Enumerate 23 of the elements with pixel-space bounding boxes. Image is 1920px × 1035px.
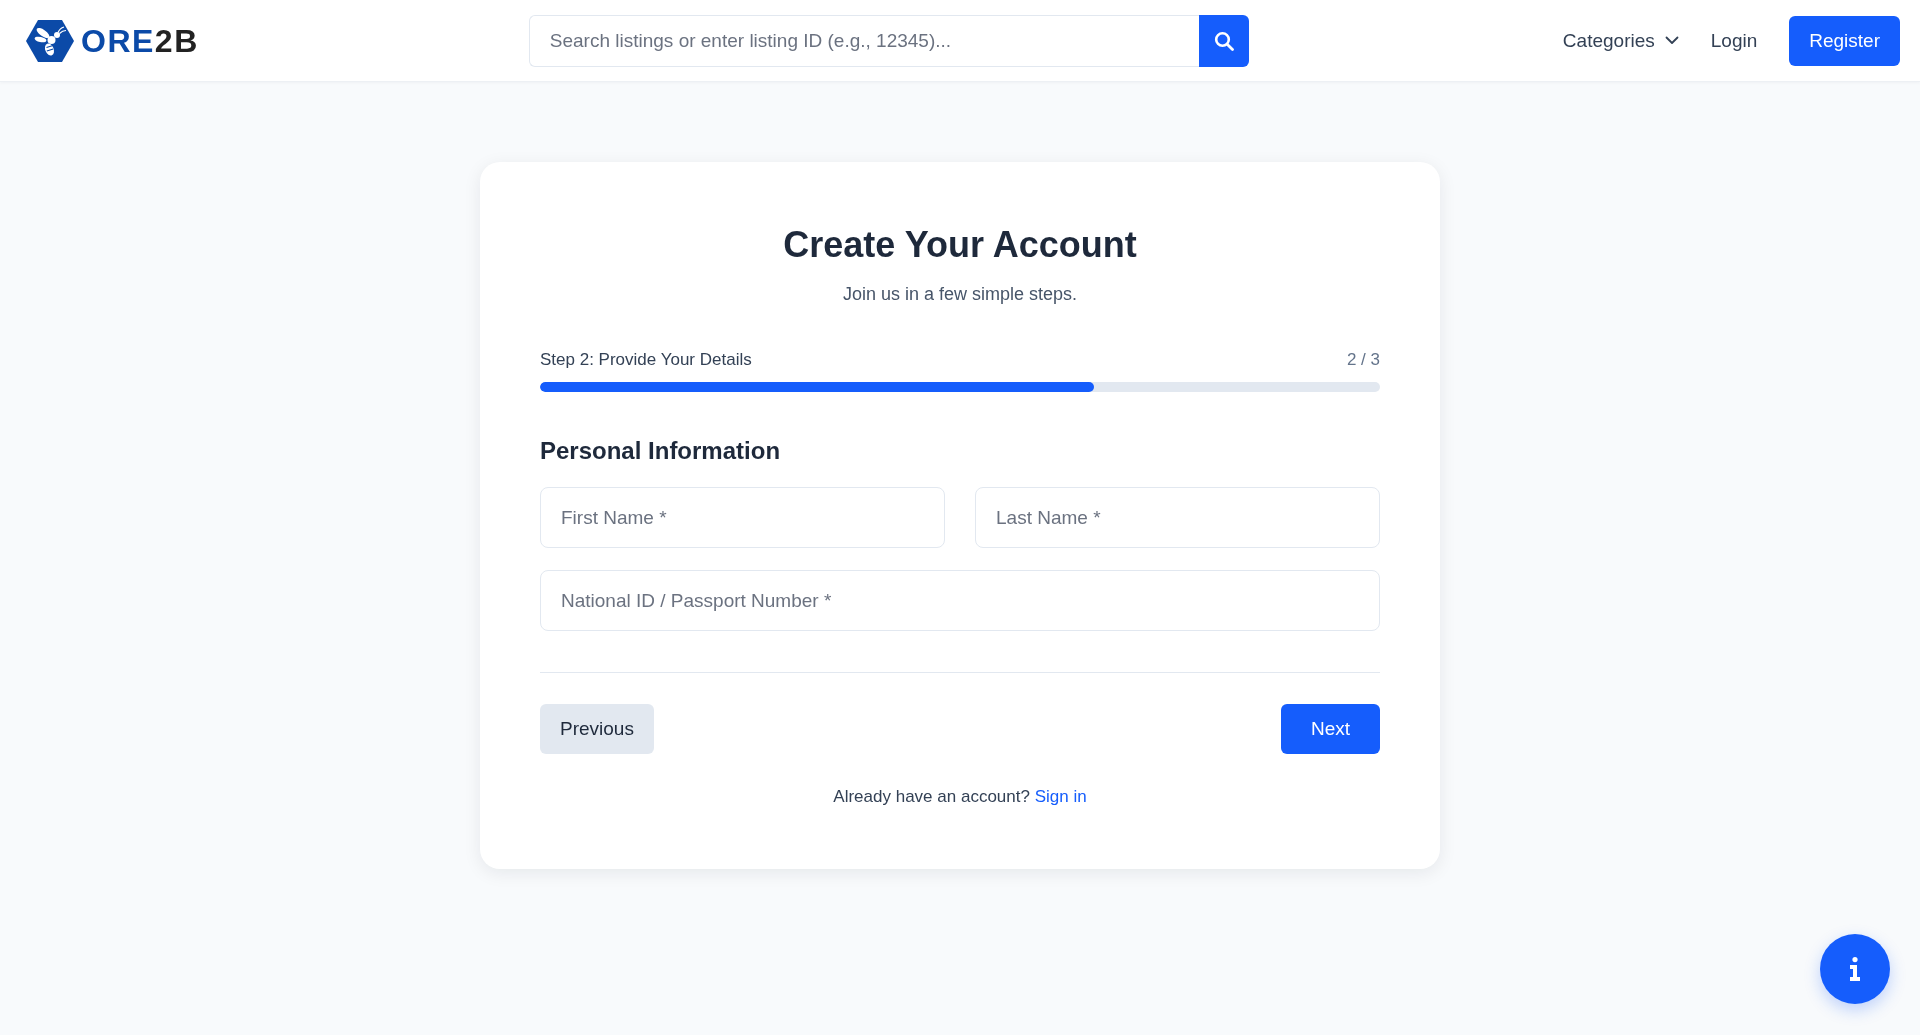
register-button[interactable]: Register	[1789, 15, 1900, 66]
step-count: 2 / 3	[1346, 349, 1380, 371]
search-icon	[1213, 30, 1234, 51]
sign-in-prompt: Already have an account? Sign in	[832, 786, 1088, 808]
chevron-down-icon	[1664, 36, 1679, 45]
info-button[interactable]	[1820, 934, 1890, 1004]
sign-in-link[interactable]: Sign in	[1034, 787, 1087, 806]
subtitle: Join us in a few simple steps.	[841, 283, 1079, 306]
info-icon	[1849, 957, 1861, 981]
text-input[interactable]: Last Name *	[975, 487, 1380, 548]
page-title: Create Your Account	[782, 223, 1138, 267]
search-button[interactable]	[1198, 14, 1249, 67]
section-heading: Personal Information	[540, 436, 782, 466]
nav-link[interactable]: Login	[1710, 29, 1758, 52]
step-label: Step 2: Provide Your Details	[540, 349, 752, 371]
search-field[interactable]: Search listings or enter listing ID (e.g., 12345)...	[528, 14, 1199, 67]
categories-dropdown[interactable]: Categories	[1562, 29, 1679, 52]
hexagon-wasp-logo-icon	[26, 19, 74, 62]
text-input[interactable]: National ID / Passport Number *	[540, 570, 1380, 631]
previous-button[interactable]: Previous	[540, 704, 654, 754]
next-button[interactable]: Next	[1280, 704, 1380, 754]
logo-text: ORE2B	[81, 21, 199, 60]
text-input[interactable]: First Name *	[540, 487, 945, 548]
